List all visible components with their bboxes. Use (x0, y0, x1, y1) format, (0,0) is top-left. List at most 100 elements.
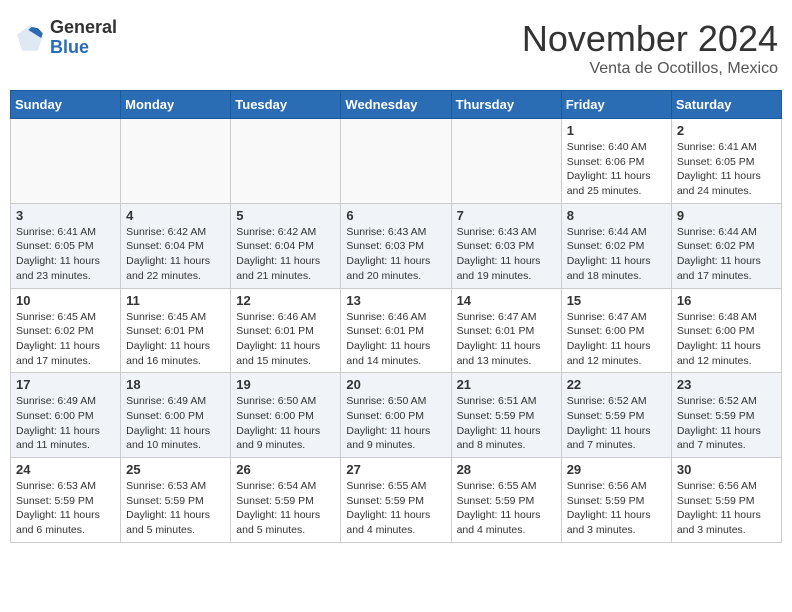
calendar-day-cell: 26Sunrise: 6:54 AM Sunset: 5:59 PM Dayli… (231, 458, 341, 543)
location-title: Venta de Ocotillos, Mexico (522, 60, 778, 78)
day-number: 3 (16, 208, 115, 223)
month-title: November 2024 (522, 18, 778, 60)
calendar-week-row: 24 Sunrise: 6:53 AM Sunset: 5:59 PM Dayli… (11, 458, 782, 543)
day-number: 27 (346, 462, 445, 477)
day-info: Sunrise: 6:48 AM Sunset: 6:00 PM Dayligh… (677, 310, 776, 369)
calendar-day-cell: 23Sunrise: 6:52 AM Sunset: 5:59 PM Dayli… (671, 373, 781, 458)
day-info: Sunrise: 6:52 AM Sunset: 5:59 PM Dayligh… (677, 394, 776, 453)
day-info: Sunrise: 6:53 AM Sunset: 5:59 PM Dayligh… (126, 479, 225, 538)
day-number: 19 (236, 377, 335, 392)
day-number: 15 (567, 293, 666, 308)
day-number: 24 (16, 462, 115, 477)
calendar-day-cell: 14 Sunrise: 6:47 AM Sunset: 6:01 PM Dayli… (451, 288, 561, 373)
calendar-day-cell: 29 Sunrise: 6:56 AM Sunset: 5:59 PM Dayli… (561, 458, 671, 543)
day-number: 12 (236, 293, 335, 308)
calendar-week-row: 10 Sunrise: 6:45 AM Sunset: 6:02 PM Dayli… (11, 288, 782, 373)
day-number: 6 (346, 208, 445, 223)
calendar-day-cell: 28Sunrise: 6:55 AM Sunset: 5:59 PM Dayli… (451, 458, 561, 543)
day-number: 22 (567, 377, 666, 392)
page-header: General Blue November 2024 Venta de Ocot… (10, 10, 782, 82)
day-info: Sunrise: 6:54 AM Sunset: 5:59 PM Dayligh… (236, 479, 335, 538)
day-number: 16 (677, 293, 776, 308)
day-info: Sunrise: 6:41 AM Sunset: 6:05 PM Dayligh… (16, 225, 115, 284)
calendar-day-cell: 25 Sunrise: 6:53 AM Sunset: 5:59 PM Dayli… (121, 458, 231, 543)
calendar-day-cell: 16 Sunrise: 6:48 AM Sunset: 6:00 PM Dayli… (671, 288, 781, 373)
day-info: Sunrise: 6:52 AM Sunset: 5:59 PM Dayligh… (567, 394, 666, 453)
logo-general-text: General (50, 18, 117, 38)
weekday-header-friday: Friday (561, 91, 671, 119)
logo: General Blue (14, 18, 117, 58)
calendar-day-cell: 20Sunrise: 6:50 AM Sunset: 6:00 PM Dayli… (341, 373, 451, 458)
day-info: Sunrise: 6:50 AM Sunset: 6:00 PM Dayligh… (236, 394, 335, 453)
logo-blue-text: Blue (50, 38, 117, 58)
calendar-day-cell: 1Sunrise: 6:40 AM Sunset: 6:06 PM Daylig… (561, 119, 671, 204)
logo-icon (14, 22, 46, 54)
calendar-day-cell (121, 119, 231, 204)
calendar-day-cell: 11 Sunrise: 6:45 AM Sunset: 6:01 PM Dayli… (121, 288, 231, 373)
weekday-header-sunday: Sunday (11, 91, 121, 119)
calendar-day-cell (341, 119, 451, 204)
day-info: Sunrise: 6:43 AM Sunset: 6:03 PM Dayligh… (457, 225, 556, 284)
day-info: Sunrise: 6:51 AM Sunset: 5:59 PM Dayligh… (457, 394, 556, 453)
day-info: Sunrise: 6:49 AM Sunset: 6:00 PM Dayligh… (126, 394, 225, 453)
calendar-day-cell: 3 Sunrise: 6:41 AM Sunset: 6:05 PM Daylig… (11, 203, 121, 288)
day-number: 5 (236, 208, 335, 223)
day-number: 18 (126, 377, 225, 392)
calendar-day-cell: 7 Sunrise: 6:43 AM Sunset: 6:03 PM Daylig… (451, 203, 561, 288)
calendar-day-cell: 4 Sunrise: 6:42 AM Sunset: 6:04 PM Daylig… (121, 203, 231, 288)
weekday-header-saturday: Saturday (671, 91, 781, 119)
day-info: Sunrise: 6:47 AM Sunset: 6:01 PM Dayligh… (457, 310, 556, 369)
day-info: Sunrise: 6:56 AM Sunset: 5:59 PM Dayligh… (567, 479, 666, 538)
calendar-table: SundayMondayTuesdayWednesdayThursdayFrid… (10, 90, 782, 543)
day-info: Sunrise: 6:50 AM Sunset: 6:00 PM Dayligh… (346, 394, 445, 453)
calendar-day-cell: 24 Sunrise: 6:53 AM Sunset: 5:59 PM Dayli… (11, 458, 121, 543)
day-number: 11 (126, 293, 225, 308)
calendar-day-cell: 6 Sunrise: 6:43 AM Sunset: 6:03 PM Daylig… (341, 203, 451, 288)
calendar-week-row: 17 Sunrise: 6:49 AM Sunset: 6:00 PM Dayli… (11, 373, 782, 458)
calendar-day-cell: 2Sunrise: 6:41 AM Sunset: 6:05 PM Daylig… (671, 119, 781, 204)
calendar-day-cell: 19 Sunrise: 6:50 AM Sunset: 6:00 PM Dayli… (231, 373, 341, 458)
weekday-header-tuesday: Tuesday (231, 91, 341, 119)
calendar-day-cell (11, 119, 121, 204)
calendar-day-cell: 18 Sunrise: 6:49 AM Sunset: 6:00 PM Dayli… (121, 373, 231, 458)
day-info: Sunrise: 6:49 AM Sunset: 6:00 PM Dayligh… (16, 394, 115, 453)
logo-text: General Blue (50, 18, 117, 58)
calendar-week-row: 1Sunrise: 6:40 AM Sunset: 6:06 PM Daylig… (11, 119, 782, 204)
calendar-day-cell: 15 Sunrise: 6:47 AM Sunset: 6:00 PM Dayli… (561, 288, 671, 373)
day-info: Sunrise: 6:44 AM Sunset: 6:02 PM Dayligh… (677, 225, 776, 284)
calendar-day-cell: 21Sunrise: 6:51 AM Sunset: 5:59 PM Dayli… (451, 373, 561, 458)
calendar-day-cell: 30Sunrise: 6:56 AM Sunset: 5:59 PM Dayli… (671, 458, 781, 543)
day-info: Sunrise: 6:53 AM Sunset: 5:59 PM Dayligh… (16, 479, 115, 538)
day-number: 9 (677, 208, 776, 223)
calendar-week-row: 3 Sunrise: 6:41 AM Sunset: 6:05 PM Daylig… (11, 203, 782, 288)
day-number: 4 (126, 208, 225, 223)
day-info: Sunrise: 6:45 AM Sunset: 6:02 PM Dayligh… (16, 310, 115, 369)
day-number: 7 (457, 208, 556, 223)
weekday-header-wednesday: Wednesday (341, 91, 451, 119)
day-info: Sunrise: 6:46 AM Sunset: 6:01 PM Dayligh… (346, 310, 445, 369)
day-info: Sunrise: 6:45 AM Sunset: 6:01 PM Dayligh… (126, 310, 225, 369)
day-number: 10 (16, 293, 115, 308)
weekday-header-monday: Monday (121, 91, 231, 119)
day-number: 17 (16, 377, 115, 392)
weekday-header-row: SundayMondayTuesdayWednesdayThursdayFrid… (11, 91, 782, 119)
calendar-day-cell (451, 119, 561, 204)
day-info: Sunrise: 6:44 AM Sunset: 6:02 PM Dayligh… (567, 225, 666, 284)
day-info: Sunrise: 6:40 AM Sunset: 6:06 PM Dayligh… (567, 140, 666, 199)
title-block: November 2024 Venta de Ocotillos, Mexico (522, 18, 778, 78)
day-info: Sunrise: 6:55 AM Sunset: 5:59 PM Dayligh… (346, 479, 445, 538)
day-number: 14 (457, 293, 556, 308)
calendar-day-cell: 10 Sunrise: 6:45 AM Sunset: 6:02 PM Dayli… (11, 288, 121, 373)
calendar-day-cell: 27 Sunrise: 6:55 AM Sunset: 5:59 PM Dayli… (341, 458, 451, 543)
weekday-header-thursday: Thursday (451, 91, 561, 119)
calendar-day-cell: 22 Sunrise: 6:52 AM Sunset: 5:59 PM Dayli… (561, 373, 671, 458)
day-info: Sunrise: 6:43 AM Sunset: 6:03 PM Dayligh… (346, 225, 445, 284)
day-number: 13 (346, 293, 445, 308)
day-info: Sunrise: 6:47 AM Sunset: 6:00 PM Dayligh… (567, 310, 666, 369)
day-number: 25 (126, 462, 225, 477)
day-number: 29 (567, 462, 666, 477)
day-info: Sunrise: 6:41 AM Sunset: 6:05 PM Dayligh… (677, 140, 776, 199)
calendar-day-cell (231, 119, 341, 204)
day-info: Sunrise: 6:42 AM Sunset: 6:04 PM Dayligh… (126, 225, 225, 284)
day-number: 30 (677, 462, 776, 477)
